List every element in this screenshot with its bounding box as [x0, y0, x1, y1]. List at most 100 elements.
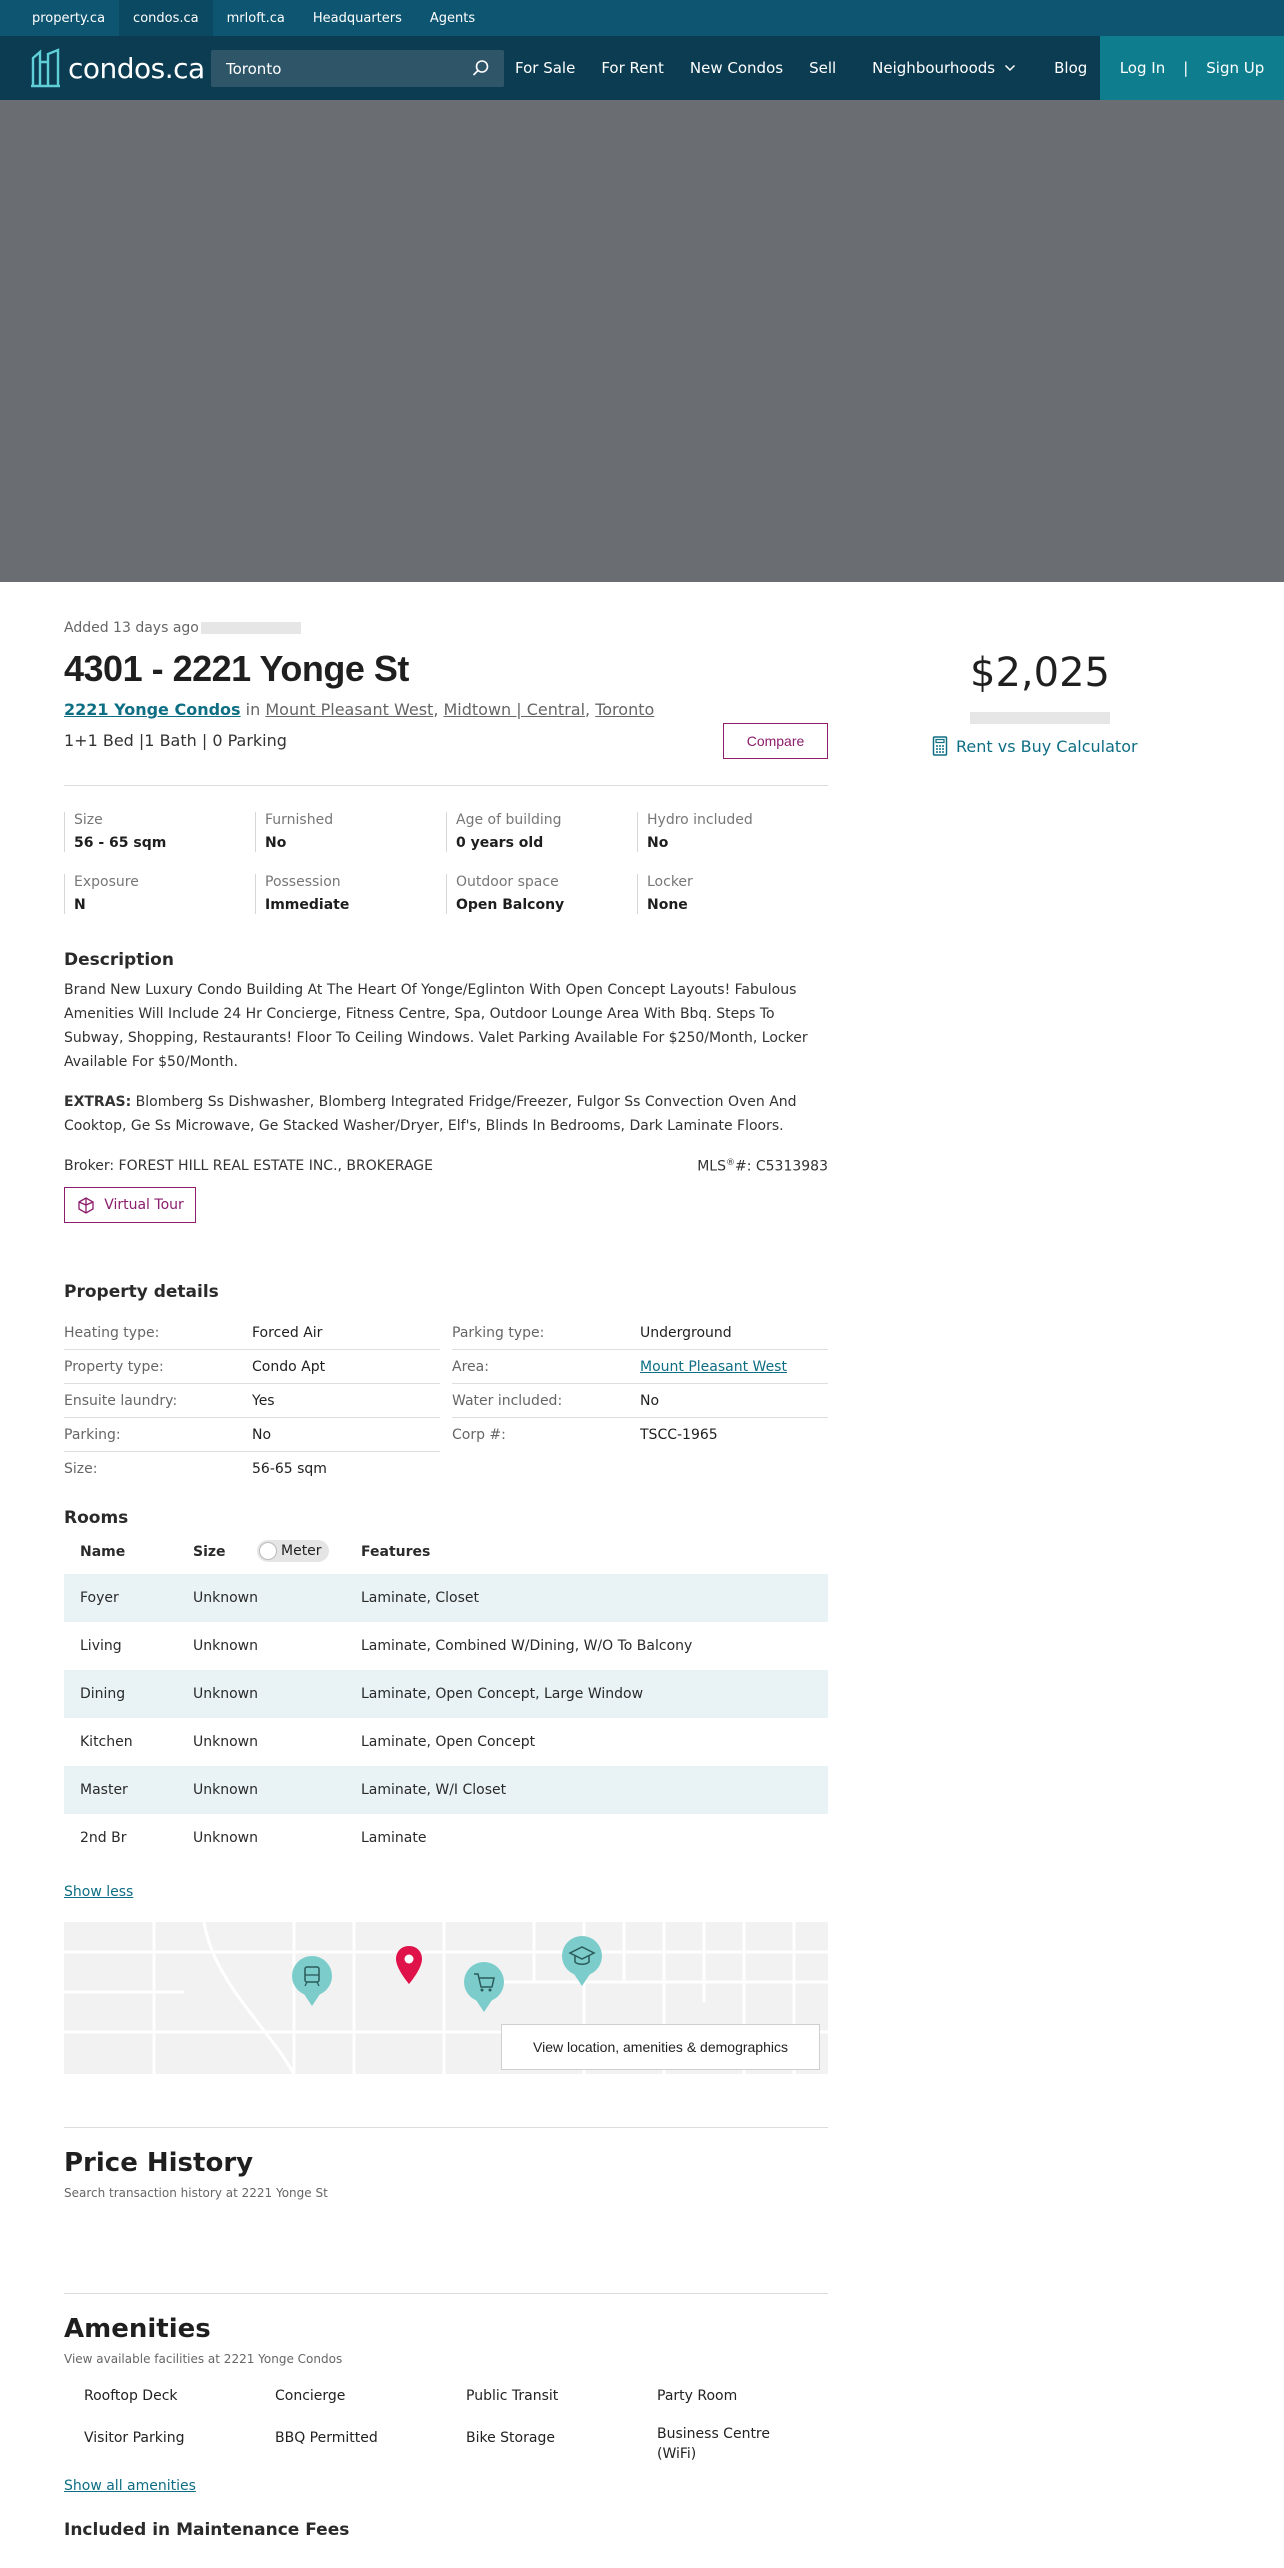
description-section: Description Brand New Luxury Condo Build… [64, 950, 828, 1223]
room-name: Master [80, 1782, 128, 1798]
rent-vs-buy-link[interactable]: Rent vs Buy Calculator [932, 736, 1138, 756]
area-link-mount-pleasant[interactable]: Mount Pleasant West [265, 700, 433, 719]
amenity-item: Party Room [657, 2388, 738, 2404]
room-features: Laminate [361, 1830, 427, 1846]
room-name: Dining [80, 1686, 126, 1702]
site-link-headquarters[interactable]: Headquarters [299, 0, 416, 36]
listing-hero-image[interactable] [0, 100, 1284, 582]
detail-key: Heating type: [64, 1324, 160, 1341]
nav-for-sale[interactable]: For Sale [515, 59, 575, 77]
fact-label: Locker [647, 874, 693, 890]
site-link-agents[interactable]: Agents [416, 0, 489, 36]
listing-location: 2221 Yonge Condos in Mount Pleasant West… [64, 700, 828, 719]
nav-neighbourhoods[interactable]: Neighbourhoods [872, 59, 1016, 77]
divider [64, 785, 828, 786]
col-name: Name [80, 1544, 126, 1560]
detail-key: Size: [64, 1461, 98, 1477]
area-link-toronto[interactable]: Toronto [595, 700, 654, 719]
area-detail-link[interactable]: Mount Pleasant West [640, 1359, 787, 1375]
fact-label: Outdoor space [456, 874, 559, 890]
detail-value: Condo Apt [252, 1358, 326, 1375]
logo-text: condos.ca [68, 51, 205, 85]
site-link-mrloft[interactable]: mrloft.ca [213, 0, 299, 36]
show-less-link[interactable]: Show less [64, 1884, 828, 1900]
amenity-item: Visitor Parking [84, 2430, 185, 2446]
table-row: Foyer Unknown Laminate, Closet [64, 1574, 828, 1622]
logo-building-icon [31, 48, 60, 88]
signup-link[interactable]: Sign Up [1206, 59, 1264, 77]
detail-key: Parking type: [452, 1324, 545, 1341]
col-features: Features [361, 1544, 431, 1560]
mls-number: MLS®#: C5313983 [697, 1158, 828, 1175]
room-features: Laminate, W/I Closet [361, 1782, 507, 1798]
nav-for-rent[interactable]: For Rent [601, 59, 664, 77]
rent-vs-buy-label: Rent vs Buy Calculator [956, 736, 1138, 756]
divider [64, 2127, 828, 2128]
search-input[interactable] [226, 59, 456, 78]
room-name: 2nd Br [80, 1830, 127, 1846]
amenity-item: BBQ Permitted [275, 2430, 378, 2446]
detail-row: Property type: Condo Apt [64, 1350, 440, 1384]
area-link-midtown[interactable]: Midtown | Central [444, 700, 586, 719]
rooms-section: Rooms Name Size Meter Features Foyer Unkn… [64, 1508, 828, 1900]
fact-furnished: Furnished No [255, 812, 446, 852]
detail-key: Property type: [64, 1358, 164, 1375]
school-pin-icon[interactable] [560, 1936, 604, 1988]
fact-hydro: Hydro included No [637, 812, 828, 852]
fact-value: 56 - 65 sqm [74, 835, 167, 851]
fact-age: Age of building 0 years old [446, 812, 637, 852]
site-link-property[interactable]: property.ca [18, 0, 119, 36]
amenity-item: Bike Storage [466, 2430, 555, 2446]
unit-toggle[interactable]: Meter [257, 1540, 329, 1562]
transit-pin-icon[interactable] [290, 1956, 334, 2008]
detail-key: Corp #: [452, 1427, 506, 1443]
logo[interactable]: condos.ca [30, 36, 211, 100]
detail-value: No [640, 1392, 660, 1409]
location-map[interactable]: View location, amenities & demographics [64, 1922, 828, 2074]
fact-value: No [647, 835, 669, 851]
show-all-amenities-link[interactable]: Show all amenities [64, 2478, 828, 2494]
detail-key: Water included: [452, 1392, 563, 1409]
price-history-sub: Search transaction history at 2221 Yonge… [64, 2186, 328, 2200]
rooms-header-row: Name Size Meter Features [64, 1530, 828, 1574]
fact-label: Furnished [265, 812, 334, 828]
fact-value: N [74, 897, 86, 913]
fact-value: None [647, 897, 688, 913]
property-details-section: Property details Heating type: Forced Air… [64, 1282, 828, 1486]
compare-button[interactable]: Compare [723, 723, 828, 759]
price-history-section: Price History Search transaction history… [64, 2148, 328, 2200]
price-placeholder [970, 712, 1110, 724]
detail-key: Parking: [64, 1426, 121, 1443]
amenities-sub: View available facilities at 2221 Yonge … [64, 2352, 343, 2366]
fact-value: 0 years old [456, 835, 544, 851]
key-facts: Size 56 - 65 sqm Furnished No Age of build… [64, 812, 828, 914]
login-link[interactable]: Log In [1120, 59, 1166, 77]
fact-label: Age of building [456, 812, 562, 828]
amenities-section: Amenities View available facilities at 2… [64, 2314, 828, 2540]
rooms-table: Name Size Meter Features Foyer Unknown Lam… [64, 1530, 828, 1862]
nav-new-condos[interactable]: New Condos [690, 59, 783, 77]
view-location-button[interactable]: View location, amenities & demographics [501, 2024, 820, 2070]
detail-value: Yes [252, 1392, 275, 1409]
virtual-tour-icon [78, 1196, 94, 1214]
fact-possession: Possession Immediate [255, 874, 446, 914]
fact-value: No [265, 835, 287, 851]
property-details-left: Heating type: Forced Air Property type: Co… [64, 1316, 440, 1486]
amenities-grid: Rooftop Deck Concierge Public Transit Pa… [64, 2386, 828, 2464]
site-link-condos[interactable]: condos.ca [119, 0, 213, 36]
main-header: condos.ca For Sale For Rent New Condos S… [0, 36, 1284, 100]
amenities-heading: Amenities [64, 2314, 211, 2344]
nav-blog[interactable]: Blog [1054, 59, 1087, 77]
mls-prefix: MLS [697, 1158, 726, 1175]
building-link[interactable]: 2221 Yonge Condos [64, 700, 241, 719]
nav-sell[interactable]: Sell [809, 59, 836, 77]
virtual-tour-button[interactable]: Virtual Tour [64, 1186, 196, 1223]
detail-row: Ensuite laundry: Yes [64, 1384, 440, 1418]
listing-title: 4301 - 2221 Yonge St [64, 648, 409, 689]
shopping-pin-icon[interactable] [462, 1962, 506, 2014]
auth-separator: | [1183, 59, 1189, 77]
search-icon[interactable] [472, 59, 490, 77]
search-box [211, 50, 504, 87]
extras-label: EXTRAS: [64, 1094, 132, 1110]
property-details-heading: Property details [64, 1282, 219, 1302]
